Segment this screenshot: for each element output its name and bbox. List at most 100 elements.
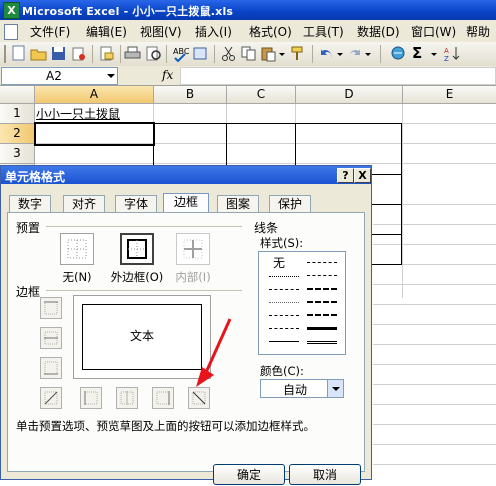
color-label: 颜色(C): bbox=[260, 364, 304, 378]
color-select[interactable]: 自动 bbox=[260, 379, 344, 398]
preset-none-label: 无(N) bbox=[62, 270, 92, 284]
preset-outline-label: 外边框(O) bbox=[110, 270, 164, 284]
tab-patterns[interactable]: 图案 bbox=[217, 195, 259, 212]
spelling-icon[interactable]: ABC bbox=[172, 45, 190, 63]
column-header-b[interactable]: B bbox=[154, 86, 227, 104]
preset-outline-button[interactable] bbox=[120, 233, 154, 265]
dialog-title-bar[interactable]: 单元格格式 ? X bbox=[1, 166, 371, 184]
line-style-none[interactable]: 无 bbox=[273, 254, 285, 271]
line-style-list[interactable]: 无 bbox=[258, 251, 346, 355]
menu-help[interactable]: 帮助 bbox=[466, 23, 490, 40]
cell-a2-selected[interactable] bbox=[34, 122, 155, 146]
window-title-bar: X Microsoft Excel - 小小一只土拨鼠.xls bbox=[0, 0, 496, 20]
line-label: 线条 bbox=[254, 221, 279, 235]
tab-protection[interactable]: 保护 bbox=[269, 195, 311, 212]
dialog-title: 单元格格式 bbox=[5, 170, 66, 184]
preview-text: 文本 bbox=[129, 329, 154, 343]
autosum-dropdown-icon[interactable] bbox=[430, 45, 438, 62]
menu-edit[interactable]: 编辑(E) bbox=[86, 23, 127, 40]
border-preview[interactable]: 文本 bbox=[73, 295, 211, 379]
preset-none-button[interactable] bbox=[60, 233, 94, 265]
row-header-2[interactable]: 2 bbox=[0, 124, 35, 144]
tab-border[interactable]: 边框 bbox=[163, 193, 209, 213]
print-icon[interactable] bbox=[124, 45, 141, 62]
menu-view[interactable]: 视图(V) bbox=[140, 23, 182, 40]
cell-a1[interactable]: 小小一只土拨鼠 bbox=[35, 104, 153, 123]
formula-bar: A2 fx bbox=[0, 66, 496, 86]
tab-number[interactable]: 数字 bbox=[9, 195, 51, 212]
row-header-1[interactable]: 1 bbox=[0, 104, 35, 124]
menu-window[interactable]: 窗口(W) bbox=[411, 23, 456, 40]
format-cells-dialog: 单元格格式 ? X 数字 对齐 字体 边框 图案 保护 预置 无(N) 外边框(… bbox=[0, 165, 372, 485]
paste-icon[interactable] bbox=[260, 45, 277, 62]
copy-icon[interactable] bbox=[240, 45, 257, 62]
svg-text:ABC: ABC bbox=[173, 47, 189, 56]
window-title: Microsoft Excel - 小小一只土拨鼠.xls bbox=[22, 5, 234, 18]
save-icon[interactable] bbox=[50, 45, 67, 62]
preset-inside-label: 内部(I) bbox=[175, 270, 211, 284]
format-painter-icon[interactable] bbox=[290, 45, 307, 62]
presets-label: 预置 bbox=[16, 221, 41, 235]
column-header-a[interactable]: A bbox=[35, 86, 154, 104]
border-tab-panel: 预置 无(N) 外边框(O) 内部(I) 边框 文本 线条 样式(S): 无 颜… bbox=[7, 212, 365, 472]
menu-file[interactable]: 文件(F) bbox=[30, 23, 70, 40]
menu-insert[interactable]: 插入(I) bbox=[195, 23, 232, 40]
hyperlink-icon[interactable] bbox=[390, 45, 407, 62]
redo-icon[interactable] bbox=[346, 45, 363, 62]
preset-inside-button[interactable] bbox=[176, 233, 210, 265]
undo-icon[interactable] bbox=[318, 45, 335, 62]
document-icon[interactable] bbox=[4, 24, 18, 40]
menu-data[interactable]: 数据(D) bbox=[357, 23, 400, 40]
border-diagonal-up-button[interactable] bbox=[40, 387, 62, 409]
column-header-c[interactable]: C bbox=[227, 86, 296, 104]
color-select-value: 自动 bbox=[283, 383, 308, 397]
column-header-d[interactable]: D bbox=[296, 86, 403, 104]
svg-text:A: A bbox=[444, 47, 449, 55]
border-label: 边框 bbox=[16, 285, 41, 299]
border-top-button[interactable] bbox=[40, 297, 62, 319]
sort-icon[interactable]: AZ bbox=[444, 45, 461, 63]
standard-toolbar: ABC Σ AZ bbox=[0, 42, 496, 67]
redo-dropdown-icon[interactable] bbox=[364, 45, 372, 62]
red-arrow-annotation bbox=[196, 318, 232, 387]
border-middle-button[interactable] bbox=[40, 327, 62, 349]
border-left-button[interactable] bbox=[80, 387, 102, 409]
print-preview-icon[interactable] bbox=[145, 45, 162, 62]
menu-tools[interactable]: 工具(T) bbox=[303, 23, 344, 40]
hint-text: 单击预置选项、预览草图及上面的按钮可以添加边框样式。 bbox=[16, 419, 315, 433]
preview-box: 文本 bbox=[82, 304, 202, 370]
style-label: 样式(S): bbox=[260, 236, 304, 250]
cell-a1-value: 小小一只土拨鼠 bbox=[36, 107, 121, 121]
menu-bar: 文件(F) 编辑(E) 视图(V) 插入(I) 格式(O) 工具(T) 数据(D… bbox=[0, 20, 496, 43]
border-center-button[interactable] bbox=[116, 387, 138, 409]
formula-input[interactable] bbox=[180, 67, 496, 85]
open-icon[interactable] bbox=[30, 45, 47, 62]
email-icon[interactable] bbox=[98, 45, 115, 62]
tab-font[interactable]: 字体 bbox=[115, 195, 157, 212]
close-button[interactable]: X bbox=[354, 168, 371, 183]
ok-button[interactable]: 确定 bbox=[213, 464, 285, 485]
column-header-e[interactable]: E bbox=[403, 86, 496, 104]
row-header-3[interactable]: 3 bbox=[0, 144, 35, 164]
select-all-corner[interactable] bbox=[0, 86, 35, 104]
name-box-value: A2 bbox=[46, 69, 62, 83]
name-box[interactable]: A2 bbox=[1, 67, 118, 85]
help-button[interactable]: ? bbox=[337, 168, 354, 183]
paste-dropdown-icon[interactable] bbox=[278, 45, 286, 62]
fx-icon[interactable]: fx bbox=[162, 68, 173, 82]
permission-icon[interactable] bbox=[70, 45, 87, 62]
chevron-down-icon[interactable] bbox=[107, 74, 115, 78]
cut-icon[interactable] bbox=[220, 45, 237, 62]
autosum-icon[interactable]: Σ bbox=[412, 45, 429, 62]
menu-format[interactable]: 格式(O) bbox=[249, 23, 292, 40]
svg-text:Z: Z bbox=[444, 55, 449, 62]
border-bottom-button[interactable] bbox=[40, 357, 62, 379]
cancel-button[interactable]: 取消 bbox=[289, 464, 361, 485]
tab-alignment[interactable]: 对齐 bbox=[63, 195, 105, 212]
new-icon[interactable] bbox=[10, 45, 27, 62]
chevron-down-icon[interactable] bbox=[327, 380, 343, 397]
excel-app-icon[interactable]: X bbox=[3, 2, 20, 19]
undo-dropdown-icon[interactable] bbox=[336, 45, 344, 62]
border-right-button[interactable] bbox=[152, 387, 174, 409]
research-icon[interactable] bbox=[192, 45, 209, 62]
